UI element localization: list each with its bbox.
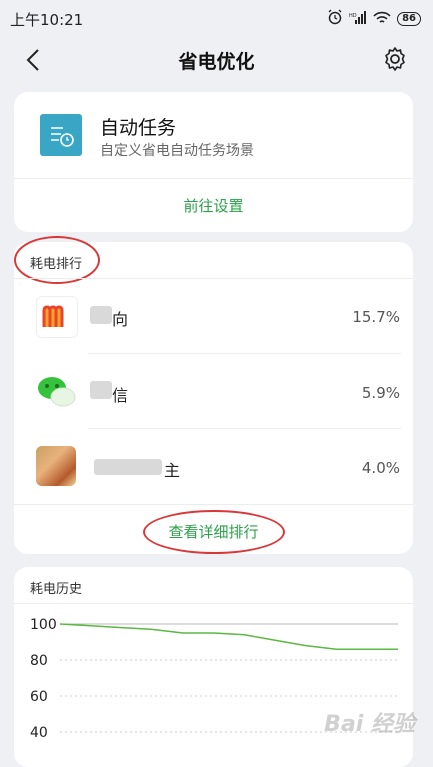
y-tick-label: 40 [30,725,48,741]
watermark: Bai 经验 [324,712,415,737]
blurred-text [90,306,112,324]
history-label: 耗电历史 [30,582,83,597]
app-percent: 4.0% [361,459,400,477]
app-icon [36,296,78,338]
divider [14,178,413,179]
highlight-circle [14,236,100,284]
app-percent: 5.9% [361,384,400,402]
auto-task-title: 自动任务 [100,117,177,139]
alarm-icon [327,9,343,29]
signal-icon: HD [349,10,367,29]
y-tick-label: 100 [30,617,57,633]
divider [14,504,413,505]
app-percent: 15.7% [352,308,400,326]
history-series-line [59,623,398,650]
highlight-circle [143,510,285,554]
auto-task-subtitle: 自定义省电自动任务场景 [100,143,254,159]
auto-task-icon [40,114,82,156]
app-name: 主 [164,461,181,480]
app-name: 信 [112,386,129,405]
svg-text:HD: HD [349,13,357,19]
goto-settings-link[interactable]: 前往设置 [14,195,413,216]
app-icon [36,446,76,486]
blurred-text [94,459,162,475]
app-name: 向 [112,310,129,329]
status-time: 上午10:21 [10,11,84,29]
wifi-icon [373,10,391,29]
battery-indicator: 86 [397,12,421,26]
app-icon [36,372,76,412]
status-icons: HD 86 [327,9,421,29]
blurred-text [90,381,112,399]
page-title: 省电优化 [178,51,255,73]
gear-icon[interactable] [382,46,408,72]
y-tick-label: 80 [30,653,48,669]
y-tick-label: 60 [30,689,48,705]
